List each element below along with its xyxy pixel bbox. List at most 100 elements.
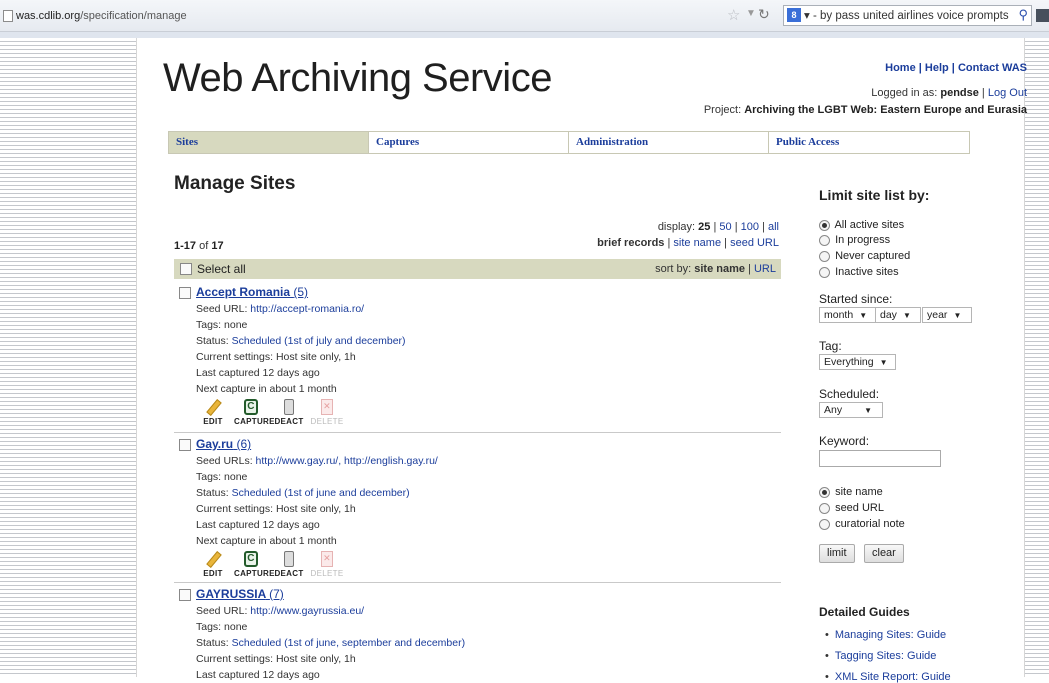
chevron-down-icon[interactable]: ▼ (746, 8, 756, 19)
seed-url-line: Seed URLs: http://www.gay.ru/, http://en… (196, 455, 438, 467)
trash-icon (284, 399, 294, 415)
brief-records: brief records (597, 237, 665, 249)
help-link[interactable]: Help (925, 62, 949, 74)
search-icon[interactable]: ⚲ (1018, 7, 1028, 23)
tag-select[interactable]: Everything ▼ (819, 354, 896, 370)
reload-icon[interactable]: ↻ (758, 6, 770, 23)
pencil-icon (205, 399, 221, 415)
radio-button[interactable] (819, 219, 830, 231)
main-nav: Sites Captures Administration Public Acc… (168, 131, 970, 154)
guide-link-tagging[interactable]: Tagging Sites: Guide (825, 650, 937, 662)
edit-button[interactable]: EDIT (196, 551, 230, 578)
guide-link-xml[interactable]: XML Site Report: Guide (825, 671, 951, 683)
settings-line: Current settings: Host site only, 1h (196, 653, 356, 665)
clear-button[interactable]: clear (864, 544, 904, 563)
seed-url-line: Seed URL: http://accept-romania.ro/ (196, 303, 365, 315)
site-title-link[interactable]: GAYRUSSIA (7) (196, 587, 284, 601)
year-select[interactable]: year ▼ (922, 307, 972, 323)
guide-link-managing[interactable]: Managing Sites: Guide (825, 629, 946, 641)
site-title-link[interactable]: Gay.ru (6) (196, 437, 251, 451)
radio-button[interactable] (819, 518, 830, 530)
status-link[interactable]: Scheduled (1st of june, september and de… (232, 637, 465, 649)
capture-button[interactable]: C CAPTURE (234, 551, 274, 578)
site-checkbox[interactable] (179, 589, 191, 601)
limit-button[interactable]: limit (819, 544, 855, 563)
radio-curatorial-note[interactable]: curatorial note (819, 518, 905, 530)
month-select[interactable]: month ▼ (819, 307, 876, 323)
tab-captures[interactable]: Captures (369, 132, 569, 153)
delete-icon: ✕ (321, 551, 333, 567)
seed-url-link[interactable]: http://accept-romania.ro/ (250, 303, 364, 315)
radio-in-progress[interactable]: In progress (819, 234, 890, 246)
page-title: Manage Sites (174, 173, 296, 194)
username: pendse (940, 87, 979, 99)
page-background-left (0, 38, 137, 677)
home-link[interactable]: Home (885, 62, 916, 74)
last-captured-line: Last captured 12 days ago (196, 519, 320, 531)
guides-title: Detailed Guides (819, 605, 910, 619)
logout-link[interactable]: Log Out (988, 87, 1027, 99)
view-seed-url-link[interactable]: seed URL (730, 237, 779, 249)
tab-sites[interactable]: Sites (169, 132, 369, 153)
search-engine-icon[interactable]: 8 (787, 8, 801, 22)
tags-line: Tags: none (196, 621, 248, 633)
radio-site-name[interactable]: site name (819, 486, 883, 498)
next-capture-line: Next capture in about 1 month (196, 383, 337, 395)
last-captured-line: Last captured 12 days ago (196, 669, 320, 681)
sort-site-name: site name (694, 263, 745, 275)
deact-button[interactable]: DEACT (272, 551, 306, 578)
radio-never-captured[interactable]: Never captured (819, 250, 910, 262)
site-checkbox[interactable] (179, 287, 191, 299)
radio-button[interactable] (819, 502, 830, 514)
status-link[interactable]: Scheduled (1st of june and december) (232, 487, 410, 499)
display-50[interactable]: 50 (719, 221, 731, 233)
radio-button[interactable] (819, 266, 830, 278)
sort-options: sort by: site name | URL (655, 263, 776, 275)
site-logo[interactable]: Web Archiving Service (163, 56, 552, 101)
site-title-link[interactable]: Accept Romania (5) (196, 285, 308, 299)
display-100[interactable]: 100 (741, 221, 759, 233)
tags-line: Tags: none (196, 319, 248, 331)
address-bar[interactable]: was.cdlib.org/specification/manage (16, 10, 187, 22)
pencil-icon (205, 551, 221, 567)
tab-administration[interactable]: Administration (569, 132, 769, 153)
bookmark-star-icon[interactable]: ☆ (727, 6, 740, 24)
seed-url-link[interactable]: http://www.gay.ru/, http://english.gay.r… (256, 455, 438, 467)
scheduled-select[interactable]: Any ▼ (819, 402, 883, 418)
tag-label: Tag: (819, 339, 842, 353)
extension-icon[interactable] (1036, 9, 1049, 22)
tab-public-access[interactable]: Public Access (769, 132, 969, 153)
view-site-name-link[interactable]: site name (673, 237, 721, 249)
page-background-right (1024, 38, 1049, 677)
site-actions: EDIT C CAPTURE DEACT ✕ DELETE (196, 551, 344, 578)
select-all-checkbox[interactable] (180, 263, 192, 275)
site-checkbox[interactable] (179, 439, 191, 451)
display-25: 25 (698, 221, 711, 233)
radio-inactive[interactable]: Inactive sites (819, 266, 899, 278)
page-icon (3, 10, 13, 22)
chevron-down-icon: ▼ (859, 311, 868, 320)
site-actions: EDIT C CAPTURE DEACT ✕ DELETE (196, 399, 344, 426)
radio-seed-url[interactable]: seed URL (819, 502, 884, 514)
capture-button[interactable]: C CAPTURE (234, 399, 274, 426)
status-link[interactable]: Scheduled (1st of july and december) (232, 335, 406, 347)
delete-button: ✕ DELETE (310, 399, 344, 426)
day-select[interactable]: day ▼ (875, 307, 921, 323)
seed-url-link[interactable]: http://www.gayrussia.eu/ (250, 605, 364, 617)
divider (174, 582, 781, 583)
deact-button[interactable]: DEACT (272, 399, 306, 426)
radio-all-active[interactable]: All active sites (819, 219, 904, 231)
keyword-input[interactable] (819, 450, 941, 467)
radio-button[interactable] (819, 250, 830, 262)
contact-link[interactable]: Contact WAS (958, 62, 1027, 74)
radio-button[interactable] (819, 234, 830, 246)
browser-search-box[interactable]: 8 ▾ - by pass united airlines voice prom… (783, 5, 1032, 26)
radio-button[interactable] (819, 486, 830, 498)
trash-icon (284, 551, 294, 567)
sort-url-link[interactable]: URL (754, 263, 776, 275)
edit-button[interactable]: EDIT (196, 399, 230, 426)
select-all-label: Select all (197, 262, 246, 276)
capture-icon: C (244, 551, 258, 567)
delete-icon: ✕ (321, 399, 333, 415)
display-all[interactable]: all (768, 221, 779, 233)
